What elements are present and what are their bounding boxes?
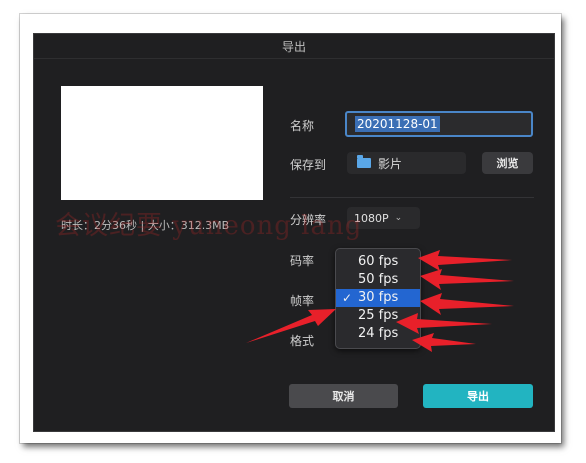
arrow-icon: [246, 309, 336, 343]
arrow-icon: [418, 250, 512, 271]
annotation-arrows: [246, 250, 514, 352]
arrow-icon: [396, 313, 492, 334]
arrow-icon: [412, 333, 476, 352]
arrow-icon: [420, 269, 514, 290]
arrow-icon: [420, 293, 514, 315]
